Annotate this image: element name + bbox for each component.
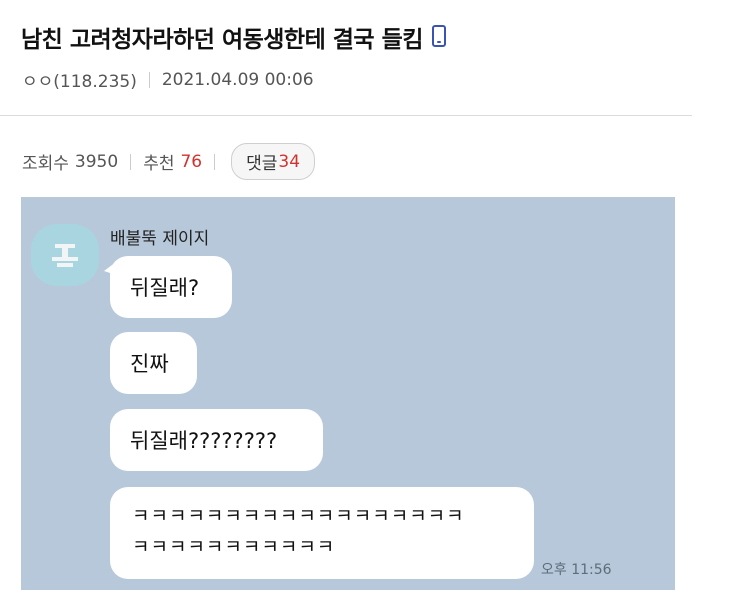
- views-label: 조회수: [22, 154, 69, 174]
- message-text: 진짜: [130, 352, 169, 376]
- post-date: 2021.04.09 00:06: [161, 69, 314, 90]
- recommend-label: 추천: [143, 154, 175, 174]
- divider: [148, 71, 150, 88]
- header-divider: [0, 115, 692, 116]
- message-time: 오후 11:56: [541, 562, 612, 578]
- message-text: 뒤질래????????: [130, 429, 278, 453]
- chat-screenshot: 배불뚝 제이지 뒤질래? 진짜 뒤질래???????? ㅋㅋㅋㅋㅋㅋㅋㅋㅋㅋㅋㅋ…: [21, 197, 675, 590]
- chat-message: ㅋㅋㅋㅋㅋㅋㅋㅋㅋㅋㅋㅋㅋㅋㅋㅋㅋㅋ ㅋㅋㅋㅋㅋㅋㅋㅋㅋㅋㅋ: [110, 487, 534, 579]
- post-title: 남친 고려청자라하던 여동생한테 결국 들킴: [21, 27, 423, 53]
- default-profile-icon: [52, 242, 78, 268]
- views-count: 3950: [74, 151, 119, 172]
- comments-button[interactable]: 댓글 34: [231, 143, 316, 180]
- post-header: 남친 고려청자라하던 여동생한테 결국 들킴: [21, 20, 446, 54]
- message-text: 뒤질래?: [130, 276, 200, 300]
- message-text-line: ㅋㅋㅋㅋㅋㅋㅋㅋㅋㅋㅋㅋㅋㅋㅋㅋㅋㅋ: [132, 505, 465, 527]
- author-name[interactable]: ㅇㅇ(118.235): [22, 67, 137, 92]
- chat-message: 뒤질래????????: [110, 409, 323, 471]
- avatar: [31, 224, 99, 286]
- comments-count: 34: [278, 151, 301, 172]
- chat-message: 뒤질래?: [104, 256, 232, 318]
- sender-name: 배불뚝 제이지: [110, 229, 210, 249]
- chat-message: 진짜: [110, 332, 197, 394]
- recommend-count: 76: [180, 151, 203, 172]
- mobile-phone-icon: [431, 25, 446, 47]
- divider: [214, 153, 216, 170]
- divider: [130, 153, 132, 170]
- post-stats: 조회수 3950 추천 76 댓글 34: [22, 143, 316, 180]
- comments-label: 댓글: [246, 154, 278, 174]
- message-text-line: ㅋㅋㅋㅋㅋㅋㅋㅋㅋㅋㅋ: [132, 536, 336, 558]
- post-meta: ㅇㅇ(118.235) 2021.04.09 00:06: [22, 67, 314, 93]
